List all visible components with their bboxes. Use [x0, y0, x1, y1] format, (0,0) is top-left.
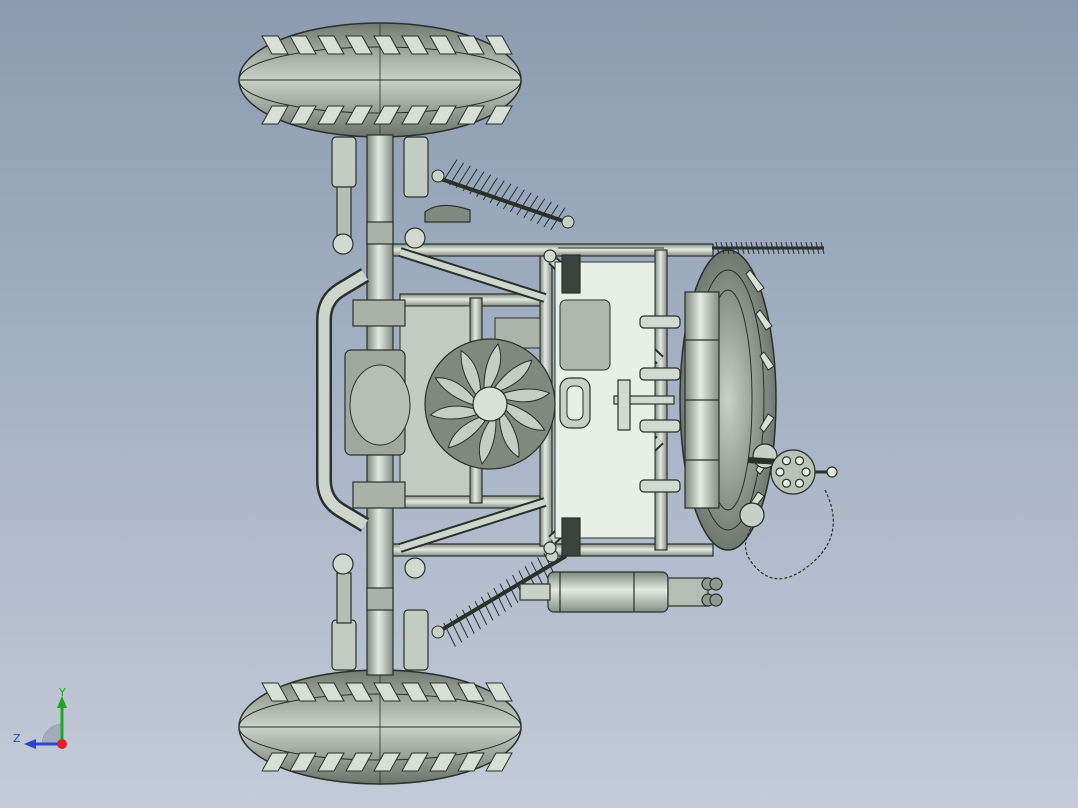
y-axis-label: Y	[59, 686, 66, 699]
hitch-bolt	[794, 456, 805, 466]
hitch-bolt	[781, 456, 792, 466]
coil-turn	[455, 165, 471, 189]
wheel-top[interactable]	[238, 22, 522, 138]
z-axis-label: Z	[13, 732, 21, 745]
hitch-bolt	[775, 467, 785, 477]
wheel-bottom[interactable]	[238, 669, 522, 785]
cad-viewport[interactable]: Y Z	[0, 0, 1078, 808]
hitch-bolt	[781, 478, 792, 488]
hitch-bolt	[794, 478, 805, 488]
cooling-fan[interactable]	[424, 338, 556, 470]
exhaust-cylinder[interactable]	[519, 571, 723, 613]
hitch-bolt	[801, 467, 811, 477]
coil-turn	[449, 162, 465, 186]
tension-spring	[712, 241, 825, 255]
chassis-model[interactable]	[0, 0, 1078, 808]
coil-turn	[442, 159, 458, 183]
orientation-triad: Y Z	[10, 684, 82, 754]
